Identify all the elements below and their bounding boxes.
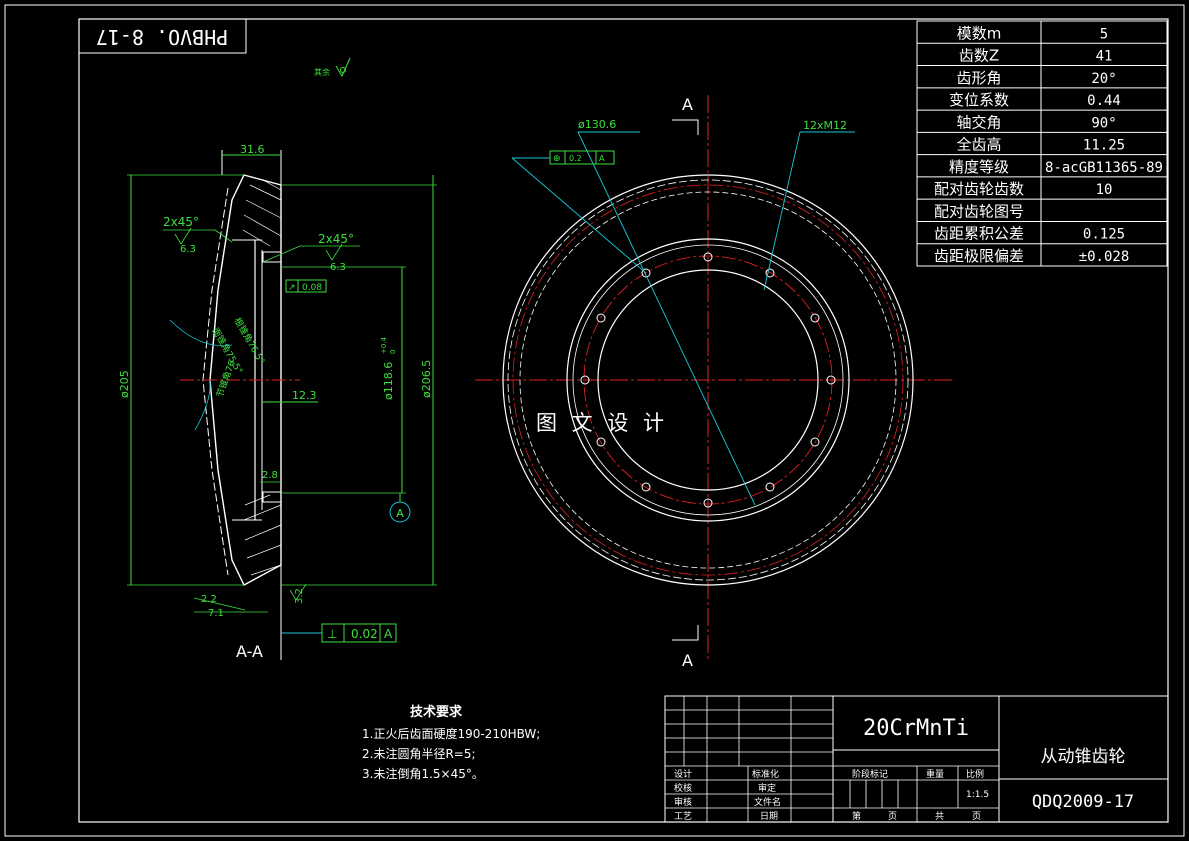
section-view: 31.6 ø205 ø206.5 ø118.6 +0.4 0 12.3 2x45…	[118, 143, 437, 661]
dim-dia-206-5: ø206.5	[420, 360, 433, 398]
chamfer-label-2: 2x45°	[318, 232, 354, 246]
role-process: 工艺	[674, 811, 692, 822]
section-mark-bottom: A	[682, 651, 693, 670]
section-label: A-A	[236, 642, 263, 661]
perp-tolerance: 0.02	[351, 627, 378, 641]
dim-7-1: 7.1	[208, 608, 224, 619]
chamfer-label-1: 2x45°	[163, 215, 199, 229]
role-design: 设计	[674, 768, 692, 780]
param-value: 10	[1096, 182, 1113, 198]
stage-label: 阶段标记	[852, 768, 888, 780]
param-value: 20°	[1091, 71, 1116, 87]
page-label: 页	[888, 811, 897, 822]
roughness-3: 3.2	[294, 588, 305, 604]
param-value: 8-acGB11365-89	[1045, 160, 1163, 176]
param-name: 齿形角	[956, 69, 1001, 87]
technical-requirements: 技术要求 1.正火后齿面硬度190-210HBW; 2.未注圆角半径R=5; 3…	[362, 704, 540, 781]
material: 20CrMnTi	[863, 716, 969, 741]
weight-label: 重量	[926, 768, 944, 780]
part-name: 从动锥齿轮	[1041, 747, 1126, 767]
param-value: 5	[1100, 26, 1108, 42]
param-value: 90°	[1091, 115, 1116, 131]
req-item-3: 3.未注倒角1.5×45°。	[362, 766, 484, 781]
holes-callout: 12xM12	[803, 119, 847, 132]
dim-31-6: 31.6	[240, 143, 265, 156]
page2-label: 页	[972, 811, 981, 822]
datum-a: A	[396, 507, 404, 520]
param-name: 精度等级	[949, 158, 1009, 176]
param-value: 11.25	[1083, 138, 1125, 154]
stamp-text: PHBVO. 8-17	[96, 25, 228, 49]
sheet-label: 第	[852, 810, 861, 822]
role-date: 日期	[760, 811, 778, 822]
dim-2-2: 2.2	[201, 594, 217, 605]
note-other: 其余	[314, 67, 330, 77]
roughness-1: 6.3	[180, 244, 196, 255]
dim-dia-118-6: ø118.6	[382, 362, 395, 400]
dim-12-3: 12.3	[292, 389, 317, 402]
dim-tol-lower: 0	[389, 350, 397, 354]
section-mark-top: A	[682, 95, 693, 114]
req-item-2: 2.未注圆角半径R=5;	[362, 746, 476, 761]
role-check: 校核	[674, 782, 692, 794]
dim-2-8: 2.8	[262, 470, 278, 481]
drawing-number: QDQ2009-17	[1032, 792, 1134, 812]
scale-label: 比例	[966, 768, 984, 780]
perp-datum: A	[384, 627, 393, 641]
pos-tolerance: 0.2	[569, 154, 582, 163]
role-approve: 审定	[758, 782, 776, 794]
param-value: ±0.028	[1079, 249, 1130, 265]
param-name: 齿数Z	[959, 47, 999, 65]
req-title: 技术要求	[410, 704, 463, 720]
title-block: 设计 校核 审核 工艺 标准化 审定 文件名 日期 20CrMnTi 阶段标记 …	[664, 695, 1169, 823]
param-name: 轴交角	[956, 113, 1001, 131]
svg-text:↗: ↗	[288, 283, 296, 293]
dim-dia-205: ø205	[118, 370, 131, 398]
param-name: 模数m	[957, 24, 1002, 42]
param-name: 齿距累积公差	[934, 225, 1024, 243]
stamp-box: PHBVO. 8-17	[78, 18, 247, 54]
surface-finish-note: 其余	[314, 57, 351, 78]
role-filename: 文件名	[754, 796, 781, 808]
front-view: A A ø130.6 ⊕ 0.2 A 12xM12	[475, 95, 955, 670]
param-name: 变位系数	[949, 91, 1009, 109]
angle-pitch: 节锥角76	[214, 359, 239, 399]
param-table: 模数m 5 齿数Z 41 齿形角 20° 变位系数 0.44 轴交角 90° 全齿高 11.25 精度等…	[916, 20, 1168, 267]
runout-value: 0.08	[302, 283, 322, 293]
role-standard: 标准化	[752, 768, 779, 780]
svg-text:⊥: ⊥	[327, 627, 337, 641]
roughness-2: 6.3	[330, 262, 346, 273]
role-review: 审核	[674, 796, 692, 808]
bolt-circle-dim: ø130.6	[578, 118, 616, 131]
param-name: 配对齿轮齿数	[934, 180, 1024, 198]
param-value: 0.125	[1083, 227, 1125, 243]
svg-text:⊕: ⊕	[553, 154, 561, 164]
req-item-1: 1.正火后齿面硬度190-210HBW;	[362, 726, 540, 741]
param-name: 配对齿轮图号	[934, 202, 1024, 220]
param-value: 41	[1096, 49, 1113, 65]
param-value: 0.44	[1087, 93, 1121, 109]
dim-tol-upper: +0.4	[380, 336, 388, 354]
param-name: 齿距极限偏差	[934, 247, 1024, 265]
pos-datum: A	[599, 154, 605, 163]
watermark: 图 文 设 计	[536, 411, 668, 435]
cad-drawing: PHBVO. 8-17 其余 31.6 ø205 ø206.5 ø118.6 +…	[4, 4, 1185, 837]
total-label: 共	[935, 811, 944, 822]
param-name: 全齿高	[956, 136, 1001, 154]
scale-value: 1:1.5	[966, 790, 989, 800]
